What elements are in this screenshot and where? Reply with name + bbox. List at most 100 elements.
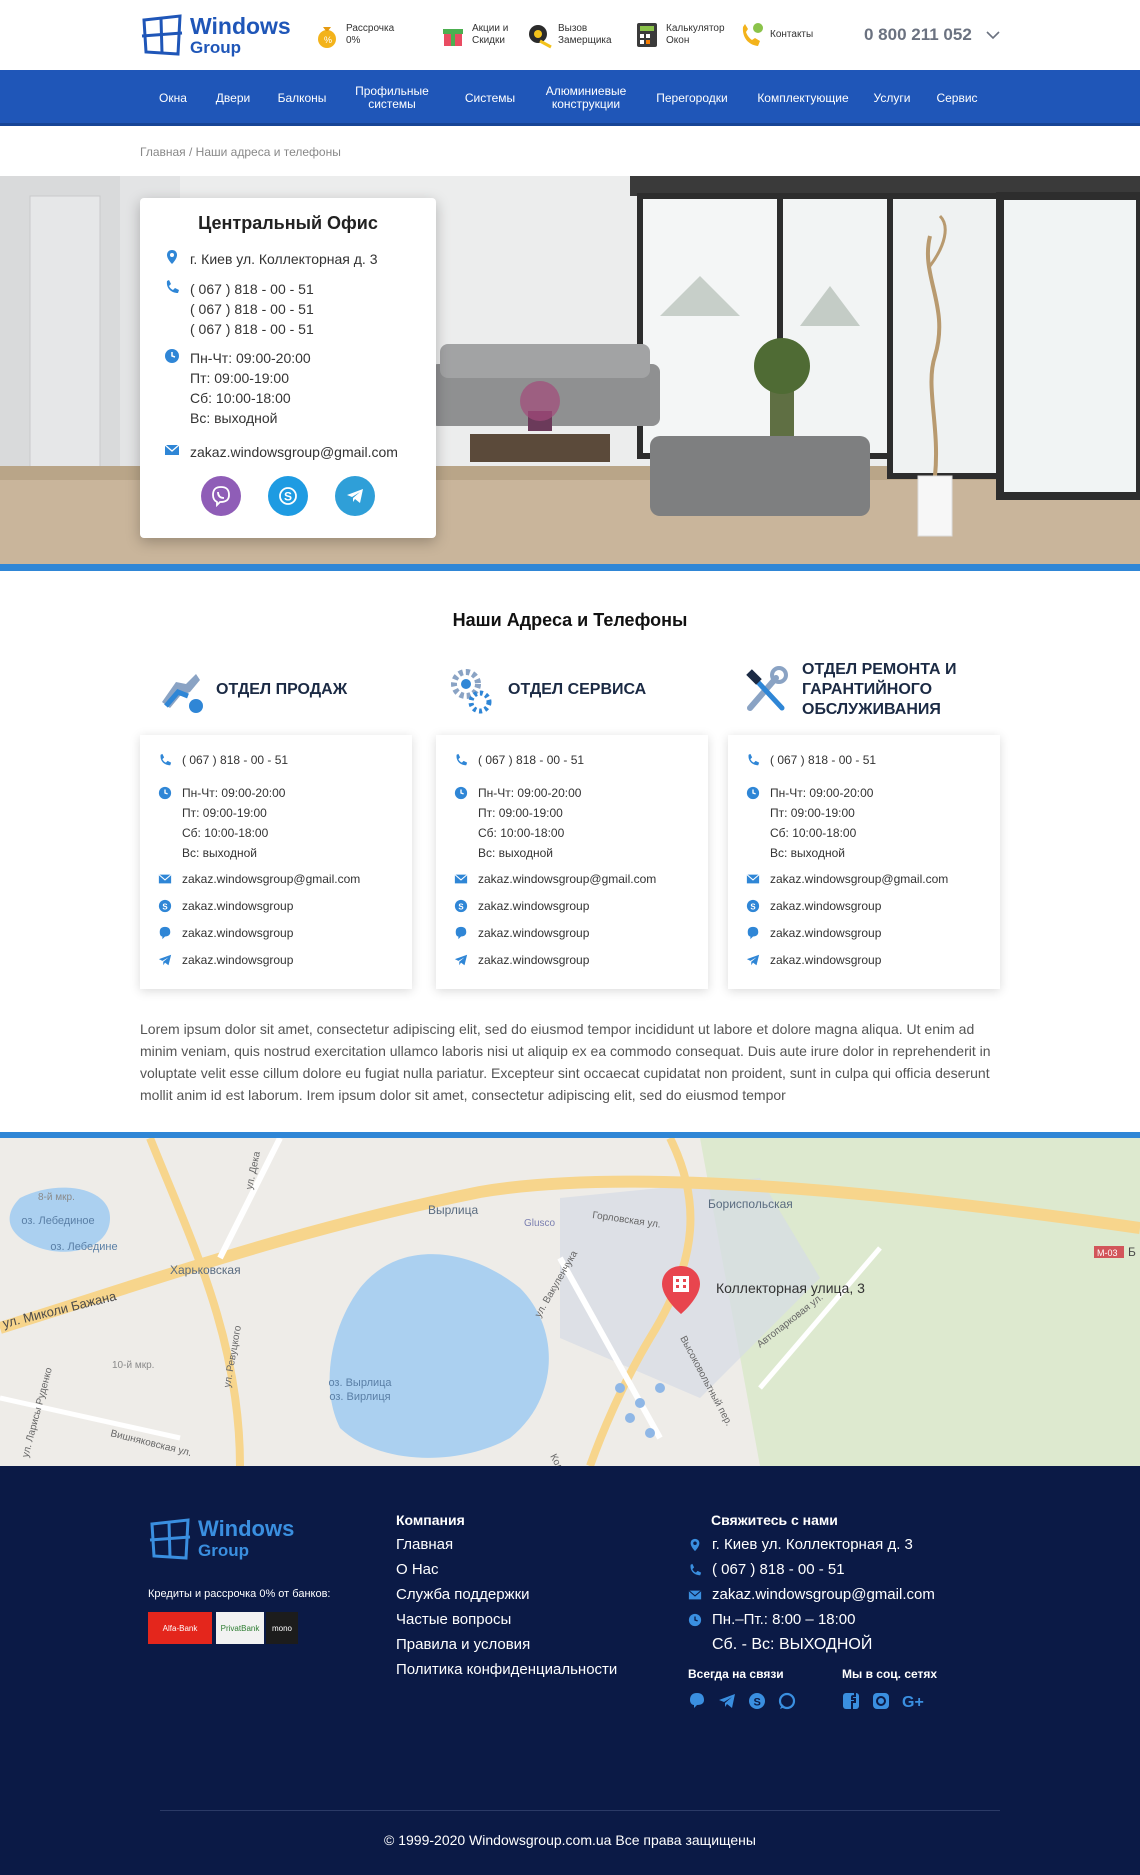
dept-viber[interactable]: zakaz.windowsgroup	[770, 923, 881, 943]
clock-icon	[158, 786, 172, 800]
svg-text:G+: G+	[902, 1694, 924, 1710]
dept-phone-row: ( 067 ) 818 - 00 - 51	[454, 750, 584, 770]
svg-text:S: S	[162, 903, 167, 912]
skype-button[interactable]: S	[268, 476, 308, 516]
dept-hours-line: Пн-Чт: 09:00-20:00	[182, 786, 286, 800]
dept-skype[interactable]: zakaz.windowsgroup	[770, 896, 881, 916]
dept-viber-row: zakaz.windowsgroup	[158, 923, 293, 943]
dept-skype-row: Szakaz.windowsgroup	[158, 896, 293, 916]
whatsapp-icon[interactable]	[778, 1692, 796, 1710]
dept-email-row: zakaz.windowsgroup@gmail.com	[158, 869, 360, 889]
nav-item-services[interactable]: Услуги	[864, 70, 920, 126]
google-plus-icon[interactable]: G+	[902, 1692, 926, 1710]
nav-item-accessories[interactable]: Комплектующие	[748, 70, 858, 126]
nav-item-doors[interactable]: Двери	[208, 70, 258, 126]
nav-item-profile-systems[interactable]: Профильные системы	[346, 70, 438, 126]
dept-repair-title: ОТДЕЛ РЕМОНТА И ГАРАНТИЙНОГО ОБСЛУЖИВАНИ…	[802, 661, 957, 718]
dept-telegram-row: zakaz.windowsgroup	[746, 950, 881, 970]
clock-icon	[165, 349, 179, 363]
dept-phone[interactable]: ( 067 ) 818 - 00 - 51	[182, 750, 288, 770]
skype-icon[interactable]: S	[748, 1692, 766, 1710]
telegram-icon[interactable]	[718, 1692, 736, 1710]
dept-hours-row: Пн-Чт: 09:00-20:00 Пт: 09:00-19:00 Сб: 10:…	[746, 783, 873, 863]
office-email-row: zakaz.windowsgroup@gmail.com	[164, 442, 398, 462]
nav-item-service[interactable]: Сервис	[928, 70, 986, 126]
footer-link-support[interactable]: Служба поддержки	[396, 1586, 530, 1603]
dept-repair-heading: ОТДЕЛ РЕМОНТА И ГАРАНТИЙНОГО ОБСЛУЖИВАНИ…	[742, 655, 982, 725]
viber-icon[interactable]	[688, 1692, 706, 1710]
footer-link-privacy[interactable]: Политика конфиденциальности	[396, 1661, 617, 1678]
viber-button[interactable]	[201, 476, 241, 516]
bank-alfa[interactable]: Alfa-Bank	[148, 1612, 212, 1644]
office-phone-3[interactable]: ( 067 ) 818 - 00 - 51	[190, 319, 314, 339]
dept-telegram[interactable]: zakaz.windowsgroup	[478, 950, 589, 970]
nav-item-balconies[interactable]: Балконы	[270, 70, 334, 126]
office-email[interactable]: zakaz.windowsgroup@gmail.com	[190, 442, 398, 462]
footer-link-terms[interactable]: Правила и условия	[396, 1636, 530, 1653]
office-title: Центральный Офис	[198, 213, 378, 233]
nav-item-partitions[interactable]: Перегородки	[646, 70, 738, 126]
dept-skype[interactable]: zakaz.windowsgroup	[182, 896, 293, 916]
office-hours-saturday: Сб: 10:00-18:00	[190, 390, 291, 406]
office-hours-sunday: Вс: выходной	[190, 410, 278, 426]
telegram-button[interactable]	[335, 476, 375, 516]
header-link-calculator[interactable]: Калькулятор Окон	[634, 18, 728, 52]
nav-item-aluminium[interactable]: Алюминиевые конструкции	[536, 70, 636, 126]
footer-logo-text-windows: Windows	[198, 1516, 295, 1541]
dept-hours-line: Вс: выходной	[182, 846, 257, 860]
dept-skype[interactable]: zakaz.windowsgroup	[478, 896, 589, 916]
copyright: © 1999-2020 Windowsgroup.com.ua Все прав…	[384, 1832, 756, 1848]
dept-sales-card: ( 067 ) 818 - 00 - 51 Пн-Чт: 09:00-20:00…	[140, 735, 412, 989]
map-pin-icon	[167, 250, 177, 264]
office-phone-1[interactable]: ( 067 ) 818 - 00 - 51	[190, 279, 314, 299]
dept-skype-row: Szakaz.windowsgroup	[746, 896, 881, 916]
dept-hours-line: Пт: 09:00-19:00	[182, 806, 267, 820]
dept-viber[interactable]: zakaz.windowsgroup	[478, 923, 589, 943]
footer-email[interactable]: zakaz.windowsgroup@gmail.com	[712, 1586, 935, 1603]
skype-icon: S	[746, 899, 760, 913]
header-link-label: Вызов Замерщика	[558, 23, 612, 46]
tape-measure-icon	[529, 25, 552, 49]
dept-hours-line: Сб: 10:00-18:00	[182, 826, 269, 840]
nav-item-windows[interactable]: Окна	[150, 70, 196, 126]
footer-phone[interactable]: ( 067 ) 818 - 00 - 51	[712, 1561, 845, 1578]
dept-phone[interactable]: ( 067 ) 818 - 00 - 51	[770, 750, 876, 770]
dept-telegram[interactable]: zakaz.windowsgroup	[182, 950, 293, 970]
telegram-icon	[746, 954, 760, 966]
office-phone-2[interactable]: ( 067 ) 818 - 00 - 51	[190, 299, 314, 319]
breadcrumb[interactable]: Главная / Наши адреса и телефоны	[140, 145, 341, 159]
viber-icon	[159, 926, 171, 940]
chevron-down-icon[interactable]	[985, 30, 1001, 40]
header-link-promo[interactable]: Акции и Скидки	[440, 18, 516, 52]
logo[interactable]: Windows Group	[140, 12, 291, 60]
dept-sales-heading: ОТДЕЛ ПРОДАЖ	[156, 655, 347, 725]
map-pin-icon	[690, 1538, 700, 1551]
header-link-installment[interactable]: % Рассрочка 0%	[314, 18, 408, 52]
location-map[interactable]: оз. Лебединое оз. Лебедине оз. Вырлица о…	[0, 1138, 1140, 1466]
dept-email[interactable]: zakaz.windowsgroup@gmail.com	[182, 869, 360, 889]
dept-phone[interactable]: ( 067 ) 818 - 00 - 51	[478, 750, 584, 770]
dept-email[interactable]: zakaz.windowsgroup@gmail.com	[770, 869, 948, 889]
dept-hours-line: Пн-Чт: 09:00-20:00	[770, 786, 874, 800]
facebook-icon[interactable]	[842, 1692, 860, 1710]
footer-logo[interactable]: Windows Group	[148, 1516, 308, 1564]
dept-viber[interactable]: zakaz.windowsgroup	[182, 923, 293, 943]
bank-mono[interactable]: mono	[266, 1612, 298, 1644]
footer-link-home[interactable]: Главная	[396, 1536, 453, 1553]
dept-telegram[interactable]: zakaz.windowsgroup	[770, 950, 881, 970]
dept-email[interactable]: zakaz.windowsgroup@gmail.com	[478, 869, 656, 889]
window-logo-icon	[141, 14, 183, 56]
header-link-measurer[interactable]: Вызов Замерщика	[526, 18, 612, 52]
phone-icon	[690, 1563, 702, 1575]
header-phone[interactable]: 0 800 211 052	[864, 25, 972, 45]
dept-hours-line: Вс: выходной	[770, 846, 845, 860]
instagram-icon[interactable]	[872, 1692, 890, 1710]
footer-link-about[interactable]: О Нас	[396, 1561, 439, 1578]
footer-link-faq[interactable]: Частые вопросы	[396, 1611, 511, 1628]
header-link-contacts[interactable]: Контакты	[738, 18, 832, 52]
dept-skype-row: Szakaz.windowsgroup	[454, 896, 589, 916]
map-marker-icon[interactable]	[660, 1264, 702, 1316]
bank-privat[interactable]: PrivatBank	[216, 1612, 264, 1644]
svg-text:S: S	[284, 490, 292, 504]
nav-item-systems[interactable]: Системы	[452, 70, 528, 126]
